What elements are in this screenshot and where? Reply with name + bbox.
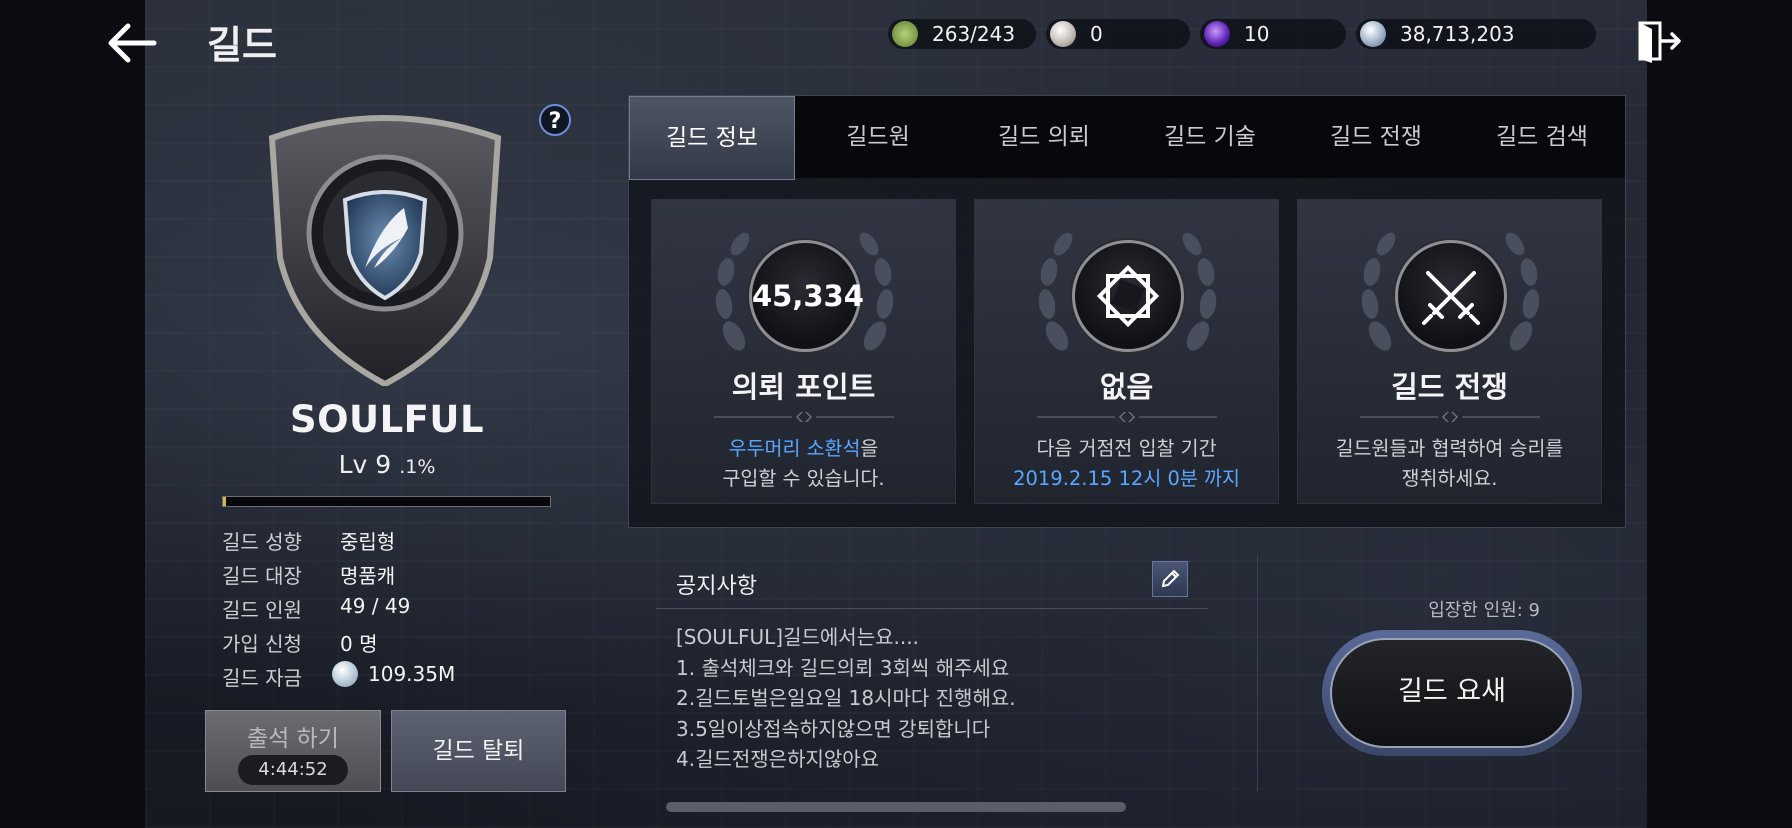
guild-level-percent: .1% bbox=[399, 456, 436, 478]
info-value-funds: 109.35M bbox=[332, 660, 456, 687]
guild-name: SOULFUL bbox=[289, 398, 485, 441]
ornament-divider bbox=[1360, 412, 1540, 422]
card-desc-line2: 쟁취하세요. bbox=[1401, 467, 1498, 490]
notice-line: [SOULFUL]길드에서는요.... bbox=[676, 625, 919, 649]
card-title: 의뢰 포인트 bbox=[731, 370, 876, 404]
guild-fortress-label: 길드 요새 bbox=[1330, 638, 1574, 748]
stronghold-medal bbox=[1072, 240, 1184, 352]
guild-level: Lv 9 .1% bbox=[262, 450, 512, 479]
tab-bar: 길드 정보 길드원 길드 의뢰 길드 기술 길드 전쟁 길드 검색 bbox=[629, 96, 1625, 180]
guild-info-panel: 길드 정보 길드원 길드 의뢰 길드 기술 길드 전쟁 길드 검색 45,334… bbox=[628, 95, 1626, 528]
bid-deadline: 2019.2.15 12시 0분 까지 bbox=[1013, 467, 1240, 490]
card-desc-suffix: 을 bbox=[860, 437, 879, 460]
info-value: 명품캐 bbox=[340, 564, 396, 588]
exit-button[interactable] bbox=[1634, 17, 1682, 65]
page-title: 길드 bbox=[207, 23, 277, 67]
notice-body: [SOULFUL]길드에서는요.... 1. 출석체크와 길드의뢰 3회씩 해주… bbox=[676, 622, 1016, 775]
card-title: 길드 전쟁 bbox=[1391, 370, 1508, 404]
guild-fortress-button[interactable]: 길드 요새 bbox=[1322, 630, 1582, 756]
card-desc-line1: 길드원들과 협력하여 승리를 bbox=[1335, 437, 1564, 460]
help-button[interactable]: ? bbox=[539, 104, 571, 136]
info-key: 가입 신청 bbox=[222, 632, 302, 656]
info-key: 길드 성향 bbox=[222, 530, 302, 554]
resource-energy-value: 263/243 bbox=[932, 22, 1016, 46]
guild-xp-bar bbox=[222, 496, 551, 507]
tab-members[interactable]: 길드원 bbox=[795, 96, 961, 178]
card-guild-war[interactable]: 길드 전쟁 길드원들과 협력하여 승리를 쟁취하세요. bbox=[1297, 199, 1602, 504]
ornament-divider bbox=[714, 412, 894, 422]
ornament-divider bbox=[1037, 412, 1217, 422]
notice-line: 1. 출석체크와 길드의뢰 3회씩 해주세요 bbox=[676, 655, 1010, 680]
guild-xp-fill bbox=[223, 497, 227, 506]
points-medal: 45,334 bbox=[749, 240, 864, 352]
resource-gem-value: 10 bbox=[1244, 22, 1270, 46]
pencil-icon bbox=[1161, 569, 1180, 588]
silver-coin-icon bbox=[1360, 21, 1386, 47]
card-desc-line1: 우두머리 소환석을 bbox=[652, 432, 955, 461]
guild-emblem-shield-icon bbox=[268, 115, 502, 386]
section-divider bbox=[1257, 554, 1258, 792]
entered-members-count: 입장한 인원: 9 bbox=[1428, 600, 1540, 621]
resource-pearl[interactable]: 0 bbox=[1046, 19, 1190, 49]
letterbox-left bbox=[0, 0, 145, 828]
notice-line: 2.길드토벌은일요일 18시마다 진행해요. bbox=[676, 686, 1016, 710]
card-request-points[interactable]: 45,334 의뢰 포인트 우두머리 소환석을 구입할 수 있습니다. bbox=[651, 199, 956, 504]
resource-energy[interactable]: 263/243 bbox=[888, 19, 1036, 49]
diamond-frame-icon bbox=[1096, 264, 1160, 328]
energy-icon bbox=[892, 21, 918, 47]
resource-silver-value: 38,713,203 bbox=[1400, 22, 1515, 46]
card-desc-line2: 구입할 수 있습니다. bbox=[722, 467, 885, 490]
resource-gem[interactable]: 10 bbox=[1200, 19, 1346, 49]
leave-guild-button[interactable]: 길드 탈퇴 bbox=[391, 710, 566, 792]
back-button[interactable] bbox=[104, 18, 160, 68]
card-title: 없음 bbox=[1099, 370, 1154, 404]
info-key: 길드 대장 bbox=[222, 564, 302, 588]
guild-level-label: Lv 9 bbox=[338, 450, 392, 479]
edit-notice-button[interactable] bbox=[1152, 561, 1188, 597]
tab-search[interactable]: 길드 검색 bbox=[1459, 96, 1625, 178]
attendance-timer: 4:44:52 bbox=[238, 755, 348, 785]
tab-war[interactable]: 길드 전쟁 bbox=[1293, 96, 1459, 178]
resource-silver[interactable]: 38,713,203 bbox=[1356, 19, 1596, 49]
notice-line: 4.길드전쟁은하지않아요 bbox=[676, 747, 880, 771]
crossed-swords-icon bbox=[1422, 271, 1480, 325]
card-desc-line1: 다음 거점전 입찰 기간 bbox=[1036, 437, 1217, 460]
notice-title: 공지사항 bbox=[676, 574, 757, 599]
info-value: 중립형 bbox=[340, 530, 396, 554]
info-key: 길드 자금 bbox=[222, 666, 302, 690]
resource-pearl-value: 0 bbox=[1090, 22, 1103, 46]
info-value: 0 명 bbox=[340, 632, 378, 656]
tab-guild-info[interactable]: 길드 정보 bbox=[629, 96, 795, 180]
pearl-icon bbox=[1050, 21, 1076, 47]
notice-divider bbox=[656, 608, 1208, 609]
attendance-button[interactable]: 출석 하기 4:44:52 bbox=[205, 710, 381, 792]
purple-gem-icon bbox=[1204, 21, 1230, 47]
request-points-value: 45,334 bbox=[752, 279, 864, 313]
attendance-label: 출석 하기 bbox=[247, 726, 339, 752]
info-value: 109.35M bbox=[368, 662, 456, 686]
summon-stone-link[interactable]: 우두머리 소환석 bbox=[729, 437, 861, 460]
info-key: 길드 인원 bbox=[222, 598, 302, 622]
horizontal-scrollbar[interactable] bbox=[666, 802, 1126, 812]
exit-door-icon bbox=[1638, 21, 1681, 63]
back-arrow-icon bbox=[108, 23, 157, 63]
card-stronghold[interactable]: 없음 다음 거점전 입찰 기간 2019.2.15 12시 0분 까지 bbox=[974, 199, 1279, 504]
tab-skills[interactable]: 길드 기술 bbox=[1127, 96, 1293, 178]
tab-requests[interactable]: 길드 의뢰 bbox=[961, 96, 1127, 178]
notice-line: 3.5일이상접속하지않으면 강퇴합니다 bbox=[676, 716, 991, 741]
letterbox-right bbox=[1647, 0, 1792, 828]
info-value: 49 / 49 bbox=[340, 594, 411, 618]
war-medal bbox=[1395, 240, 1507, 352]
silver-coin-icon bbox=[332, 660, 358, 687]
